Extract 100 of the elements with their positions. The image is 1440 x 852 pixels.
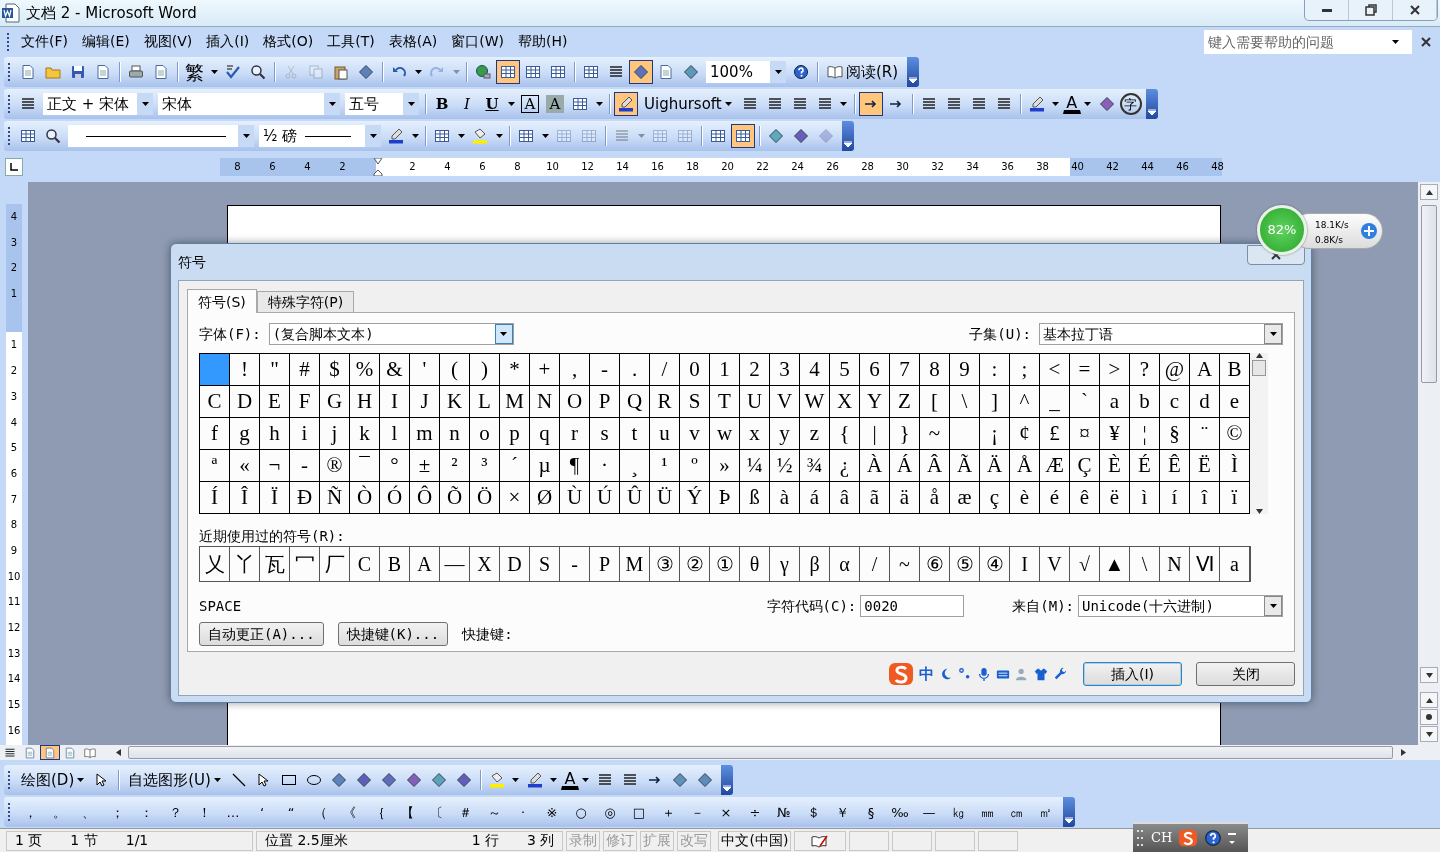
symbol-cell[interactable]: ¿: [830, 450, 860, 482]
recent-symbol-cell[interactable]: X: [470, 547, 500, 581]
symbol-button[interactable]: …: [219, 800, 247, 824]
symbol-cell[interactable]: 3: [770, 354, 800, 386]
recent-symbol-cell[interactable]: S: [530, 547, 560, 581]
symbol-cell[interactable]: M: [500, 386, 530, 418]
symbol-button[interactable]: ～: [480, 800, 508, 824]
dialog-button[interactable]: 关闭: [1196, 662, 1295, 686]
symbol-cell[interactable]: ¼: [740, 450, 770, 482]
tab[interactable]: 符号(S): [187, 289, 257, 313]
symbol-cell[interactable]: Ð: [290, 482, 320, 514]
menu-item[interactable]: 视图(V): [136, 29, 200, 54]
symbol-cell[interactable]: ^: [1010, 386, 1040, 418]
symbol-cell[interactable]: ,: [560, 354, 590, 386]
symbol-cell[interactable]: ì: [1130, 482, 1160, 514]
recent-symbol-cell[interactable]: C: [350, 547, 380, 581]
symbol-button[interactable]: ·: [509, 800, 537, 824]
symbol-cell[interactable]: r: [560, 418, 590, 450]
symbol-cell[interactable]: P: [590, 386, 620, 418]
symbol-cell[interactable]: §: [1160, 418, 1190, 450]
recent-symbol-cell[interactable]: 瓦: [260, 547, 290, 581]
symbol-cell[interactable]: Ê: [1160, 450, 1190, 482]
symbol-button[interactable]: ‰: [886, 800, 914, 824]
recent-symbol-cell[interactable]: ④: [980, 547, 1010, 581]
menu-item[interactable]: 格式(O): [256, 29, 321, 54]
symbol-cell[interactable]: p: [500, 418, 530, 450]
symbol-cell[interactable]: j: [320, 418, 350, 450]
symbol-button[interactable]: 〔: [422, 800, 450, 824]
recent-symbol-cell[interactable]: ⑤: [950, 547, 980, 581]
recent-symbol-cell[interactable]: ②: [680, 547, 710, 581]
symbol-cell[interactable]: U: [740, 386, 770, 418]
symbol-cell[interactable]: ·: [590, 450, 620, 482]
symbol-cell[interactable]: h: [260, 418, 290, 450]
symbol-button[interactable]: （: [306, 800, 334, 824]
symbol-cell[interactable]: ª: [200, 450, 230, 482]
symbol-cell[interactable]: w: [710, 418, 740, 450]
symbol-cell[interactable]: Í: [200, 482, 230, 514]
dialog-button[interactable]: 自动更正(A)...: [199, 622, 324, 646]
symbol-cell[interactable]: L: [470, 386, 500, 418]
symbol-cell[interactable]: }: [890, 418, 920, 450]
symbol-cell[interactable]: b: [1130, 386, 1160, 418]
recent-symbol-cell[interactable]: D: [500, 547, 530, 581]
symbol-cell[interactable]: Ç: [1070, 450, 1100, 482]
subset-dropdown[interactable]: 基本拉丁语: [1039, 323, 1283, 345]
recent-symbol-cell[interactable]: I: [1010, 547, 1040, 581]
menu-item[interactable]: 编辑(E): [75, 29, 137, 54]
symbol-button[interactable]: ：: [132, 800, 160, 824]
symbol-cell[interactable]: s: [590, 418, 620, 450]
symbol-cell[interactable]: W: [800, 386, 830, 418]
symbol-cell[interactable]: z: [800, 418, 830, 450]
language-indicator[interactable]: CH: [1151, 828, 1173, 848]
recent-symbol-cell[interactable]: V: [1040, 547, 1070, 581]
symbol-cell[interactable]: <: [1040, 354, 1070, 386]
symbol-button[interactable]: ￥: [828, 800, 856, 824]
symbol-cell[interactable]: ¯: [350, 450, 380, 482]
symbol-cell[interactable]: 5: [830, 354, 860, 386]
symbol-cell[interactable]: è: [1010, 482, 1040, 514]
symbol-button[interactable]: ※: [538, 800, 566, 824]
symbol-button[interactable]: ，: [16, 800, 44, 824]
symbol-cell[interactable]: ²: [440, 450, 470, 482]
symbol-cell[interactable]: ¡: [980, 418, 1010, 450]
symbol-cell[interactable]: ]: [980, 386, 1010, 418]
zoom-dropdown[interactable]: 100%: [706, 61, 786, 83]
style-dropdown[interactable]: 正文 + 宋体: [43, 93, 153, 115]
symbol-cell[interactable]: Æ: [1040, 450, 1070, 482]
symbol-cell[interactable]: ¤: [1070, 418, 1100, 450]
symbol-cell[interactable]: m: [410, 418, 440, 450]
symbol-cell[interactable]: %: [350, 354, 380, 386]
symbol-button[interactable]: －: [683, 800, 711, 824]
symbol-cell[interactable]: Ý: [680, 482, 710, 514]
symbol-cell[interactable]: 8: [920, 354, 950, 386]
symbol-cell[interactable]: Ä: [980, 450, 1010, 482]
symbol-cell[interactable]: â: [830, 482, 860, 514]
symbol-button[interactable]: №: [770, 800, 798, 824]
symbol-cell[interactable]: {: [830, 418, 860, 450]
font-color-button[interactable]: A: [560, 770, 579, 790]
symbol-button[interactable]: ㎡: [1031, 800, 1059, 824]
symbol-button[interactable]: 。: [45, 800, 73, 824]
recent-symbol-cell[interactable]: Ⅵ: [1190, 547, 1220, 581]
font-size-dropdown[interactable]: 五号: [345, 93, 419, 115]
symbol-cell[interactable]: 6: [860, 354, 890, 386]
font-color-button[interactable]: A: [1062, 94, 1081, 114]
symbol-cell[interactable]: Ñ: [320, 482, 350, 514]
recent-symbol-cell[interactable]: ③: [650, 547, 680, 581]
symbol-cell[interactable]: #: [290, 354, 320, 386]
underline-button[interactable]: U: [480, 92, 504, 116]
symbol-cell[interactable]: F: [290, 386, 320, 418]
symbol-cell[interactable]: ¾: [800, 450, 830, 482]
italic-button[interactable]: I: [455, 92, 479, 116]
symbol-cell[interactable]: _: [1040, 386, 1070, 418]
symbol-cell[interactable]: £: [1040, 418, 1070, 450]
symbol-cell[interactable]: °: [380, 450, 410, 482]
dialog-button[interactable]: 快捷键(K)...: [337, 622, 449, 646]
symbol-cell[interactable]: ¨: [1190, 418, 1220, 450]
symbol-cell[interactable]: S: [680, 386, 710, 418]
symbol-cell[interactable]: k: [350, 418, 380, 450]
symbol-cell[interactable]: ¦: [1130, 418, 1160, 450]
symbol-cell[interactable]: Á: [890, 450, 920, 482]
symbol-cell[interactable]: Å: [1010, 450, 1040, 482]
symbol-cell[interactable]: E: [260, 386, 290, 418]
